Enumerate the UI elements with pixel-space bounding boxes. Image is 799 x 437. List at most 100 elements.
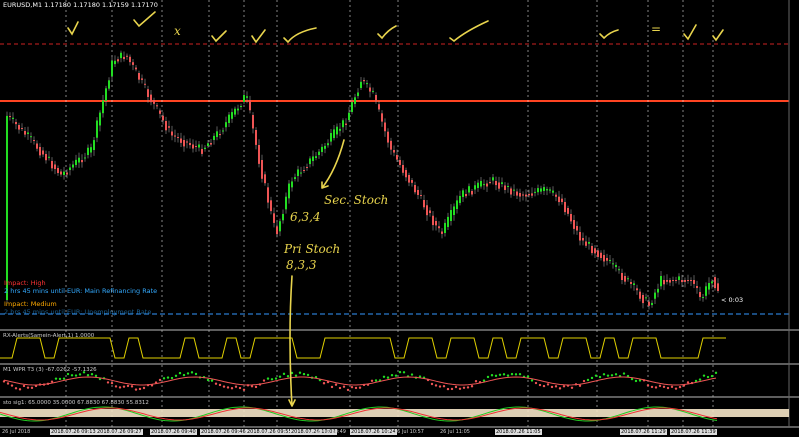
candle-body: [642, 295, 644, 304]
candle-body: [519, 193, 521, 197]
candle-body: [393, 150, 395, 153]
wpr-dot: [106, 381, 110, 384]
wpr-dot: [686, 381, 690, 384]
candle-body: [354, 97, 356, 104]
wpr-dot: [18, 388, 22, 391]
candle-body: [285, 196, 287, 210]
wpr-dots: [2, 370, 718, 392]
candle-body: [453, 206, 455, 215]
wpr-dot: [214, 382, 218, 385]
wpr-dot: [6, 382, 10, 385]
candle-body: [579, 232, 581, 241]
wpr-dot: [586, 378, 590, 382]
wpr-dot: [386, 376, 390, 379]
candle-body: [378, 104, 380, 110]
candle-body: [39, 147, 41, 156]
candle-body: [591, 246, 593, 254]
candle-body: [486, 183, 488, 187]
wpr-dot: [634, 379, 638, 383]
candle-body: [426, 205, 428, 216]
candle-body: [510, 188, 512, 195]
wpr-dot: [182, 373, 186, 377]
candle-body: [204, 147, 206, 149]
wpr-dot: [570, 386, 574, 390]
candle-body: [324, 145, 326, 149]
wpr-dot: [410, 373, 414, 376]
wpr-dot: [498, 373, 502, 376]
candle-body: [252, 115, 254, 129]
candle-body: [78, 157, 80, 163]
wpr-dot: [286, 375, 290, 378]
candle-body: [45, 154, 47, 161]
candle-body: [456, 200, 458, 209]
candle-body: [357, 92, 359, 96]
price-chart-canvas[interactable]: [0, 0, 799, 437]
candle-body: [165, 121, 167, 131]
candle-body: [270, 200, 272, 212]
candle-body: [330, 133, 332, 142]
candle-body: [81, 160, 83, 163]
time-axis-label: 26 Jul 10:57: [394, 429, 424, 435]
candle-body: [708, 283, 710, 290]
wpr-dot: [374, 379, 378, 382]
candle-body: [114, 60, 116, 65]
candle-body: [255, 130, 257, 145]
candle-body: [429, 210, 431, 214]
candle-body: [87, 147, 89, 155]
wpr-dot: [698, 378, 702, 381]
candle-body: [12, 117, 14, 119]
candle-body: [144, 83, 146, 85]
wpr-dot: [442, 385, 446, 388]
candle-body: [537, 188, 539, 193]
candle-body: [15, 122, 17, 125]
candle-body: [561, 198, 563, 203]
candle-body: [597, 250, 599, 257]
candle-body: [588, 241, 590, 244]
wpr-dot: [218, 383, 222, 387]
candle-body: [540, 188, 542, 192]
wpr-dot: [330, 385, 334, 389]
candle-body: [36, 143, 38, 149]
candle-body: [423, 200, 425, 208]
candle-body: [132, 62, 134, 65]
candle-body: [402, 165, 404, 173]
wpr-dot: [466, 386, 470, 389]
candle-body: [567, 208, 569, 214]
candle-body: [390, 140, 392, 150]
wpr-dot: [562, 385, 566, 388]
candle-body: [228, 114, 230, 123]
candle-body: [681, 280, 683, 283]
symbol-header: EURUSD,M1 1.17180 1.17180 1.17159 1.1717…: [3, 1, 158, 9]
candle-body: [291, 181, 293, 188]
candle-body: [501, 182, 503, 184]
wpr-dot: [710, 374, 714, 378]
candle-body: [612, 263, 614, 265]
candle-body: [129, 56, 131, 63]
bar-countdown: < 0:03: [721, 296, 744, 304]
candle-body: [99, 112, 101, 126]
candle-body: [369, 87, 371, 92]
candle-body: [495, 181, 497, 186]
wpr-dot: [490, 374, 494, 377]
time-axis-label: 2018.07.26 11:39: [670, 429, 717, 435]
candle-body: [318, 151, 320, 155]
candle-body: [93, 140, 95, 150]
candle-body: [249, 100, 251, 111]
candle-body: [336, 126, 338, 135]
wpr-dot: [658, 384, 662, 388]
candle-body: [657, 288, 659, 293]
candle-body: [483, 184, 485, 186]
wpr-indicator-title: M1 WPR T3 (3) -67.0262 -57.1326: [3, 367, 97, 373]
candle-body: [84, 157, 86, 159]
candle-body: [534, 191, 536, 193]
candle-body: [219, 134, 221, 136]
candle-body: [702, 297, 704, 299]
wpr-dot: [234, 385, 238, 388]
wpr-dot: [438, 385, 442, 388]
candle-body: [180, 138, 182, 143]
wpr-dot: [650, 385, 654, 389]
wpr-dot: [294, 374, 298, 377]
candle-body: [264, 174, 266, 184]
candle-body: [372, 90, 374, 92]
wpr-dot: [506, 374, 510, 377]
